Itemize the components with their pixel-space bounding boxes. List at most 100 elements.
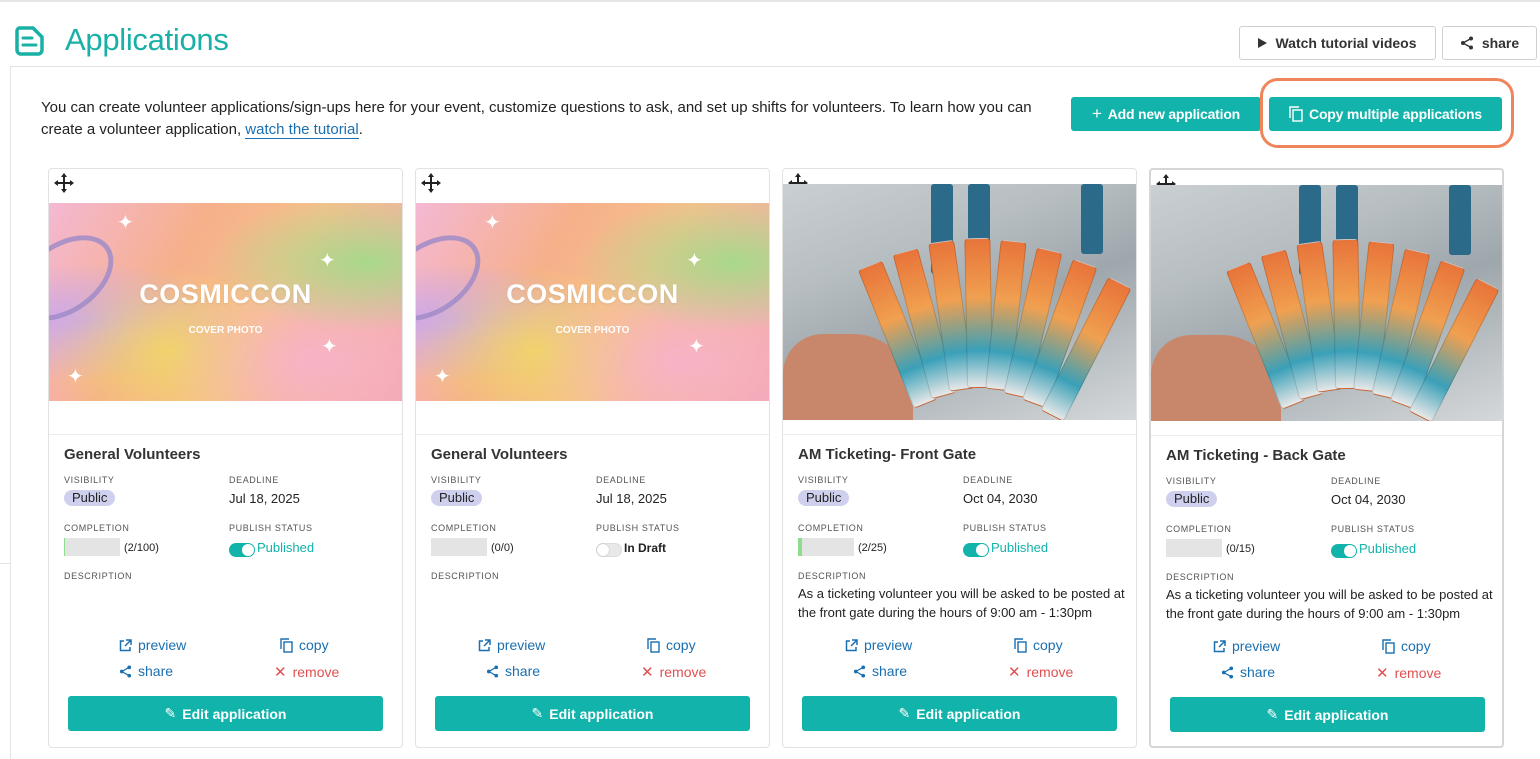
description-label: DESCRIPTION <box>64 571 133 581</box>
cover-image: ✦ ✦ ✦ ✦ COSMICCON COVER PHOTO <box>416 203 769 401</box>
visibility-label: VISIBILITY <box>798 475 849 485</box>
share-page-button[interactable]: share <box>1442 26 1537 60</box>
completion-bar <box>431 538 487 556</box>
external-link-icon <box>119 638 132 651</box>
plus-icon: + <box>1091 104 1102 123</box>
remove-link[interactable]: ✕ remove <box>641 663 706 681</box>
edit-application-label: Edit application <box>1284 706 1389 723</box>
publish-toggle[interactable] <box>229 543 255 557</box>
edit-application-button[interactable]: ✎ Edit application <box>802 696 1117 731</box>
pencil-icon: ✎ <box>898 705 911 721</box>
visibility-badge: Public <box>1166 491 1218 507</box>
share-icon <box>119 664 132 678</box>
cover-brand-text: COSMICCON <box>506 279 679 309</box>
copy-link[interactable]: copy <box>647 637 696 653</box>
publish-status-label: PUBLISH STATUS <box>596 523 680 533</box>
close-icon: ✕ <box>1008 664 1021 681</box>
deadline-value: Jul 18, 2025 <box>229 491 300 506</box>
edit-application-button[interactable]: ✎ Edit application <box>1170 697 1485 732</box>
preview-label: preview <box>138 637 187 653</box>
remove-link[interactable]: ✕ remove <box>1376 664 1441 682</box>
watch-tutorial-button[interactable]: Watch tutorial videos <box>1239 26 1436 60</box>
completion-bar <box>64 538 120 556</box>
deadline-label: DEADLINE <box>1331 476 1381 486</box>
card-title: General Volunteers <box>431 446 568 463</box>
preview-link[interactable]: preview <box>1213 638 1280 654</box>
completion-value: (0/15) <box>1226 543 1255 555</box>
edit-application-button[interactable]: ✎ Edit application <box>435 696 750 731</box>
copy-label: copy <box>1401 638 1431 654</box>
share-label: share <box>505 663 541 679</box>
remove-label: remove <box>659 664 707 680</box>
publish-status-value: In Draft <box>624 541 666 555</box>
preview-link[interactable]: preview <box>478 637 545 653</box>
sparkle-icon: ✦ <box>686 250 703 272</box>
move-icon[interactable] <box>53 172 75 194</box>
add-new-application-button[interactable]: + Add new application <box>1071 97 1261 131</box>
share-link[interactable]: share <box>486 663 540 679</box>
close-icon: ✕ <box>1376 665 1389 682</box>
copy-link[interactable]: copy <box>280 637 329 653</box>
publish-toggle[interactable] <box>963 543 989 557</box>
completion-fill <box>798 538 803 556</box>
sparkle-icon: ✦ <box>117 212 134 234</box>
remove-link[interactable]: ✕ remove <box>1008 663 1073 681</box>
share-page-label: share <box>1481 35 1520 51</box>
copy-multiple-applications-button[interactable]: Copy multiple applications <box>1269 97 1502 131</box>
publish-toggle[interactable] <box>1331 544 1357 558</box>
share-label: share <box>872 663 908 679</box>
edit-application-label: Edit application <box>182 705 287 722</box>
copy-icon <box>1014 637 1027 653</box>
copy-label: copy <box>666 637 696 653</box>
completion-label: COMPLETION <box>431 523 497 533</box>
move-icon[interactable] <box>420 172 442 194</box>
intro-body: You can create volunteer applications/si… <box>41 99 1032 138</box>
application-card: ✦ ✦ ✦ ✦ COSMICCON COVER PHOTO General Vo… <box>48 168 403 748</box>
application-card: AM Ticketing- Front Gate VISIBILITY Publ… <box>782 168 1137 748</box>
remove-link[interactable]: ✕ remove <box>274 663 339 681</box>
description-label: DESCRIPTION <box>1166 572 1235 582</box>
copy-link[interactable]: copy <box>1014 637 1063 653</box>
share-icon <box>853 664 866 678</box>
pencil-icon: ✎ <box>164 705 177 721</box>
cover-sub-text: COVER PHOTO <box>555 325 630 336</box>
share-link[interactable]: share <box>119 663 173 679</box>
share-icon <box>486 664 499 678</box>
watch-tutorial-link[interactable]: watch the tutorial <box>245 121 359 139</box>
pencil-icon: ✎ <box>1266 706 1279 722</box>
pencil-icon: ✎ <box>531 705 544 721</box>
copy-label: copy <box>299 637 329 653</box>
publish-status-label: PUBLISH STATUS <box>963 523 1047 533</box>
completion-bar <box>798 538 854 556</box>
edit-application-button[interactable]: ✎ Edit application <box>68 696 383 731</box>
sparkle-icon: ✦ <box>67 366 84 388</box>
external-link-icon <box>845 638 858 651</box>
photo-leg <box>1449 185 1471 255</box>
preview-label: preview <box>497 637 546 653</box>
copy-label: copy <box>1033 637 1063 653</box>
ring-graphic <box>49 217 130 339</box>
share-link[interactable]: share <box>853 663 907 679</box>
preview-link[interactable]: preview <box>845 637 912 653</box>
page-header: Applications Watch tutorial videos share <box>0 10 1540 66</box>
sparkle-icon: ✦ <box>688 336 705 358</box>
remove-label: remove <box>292 664 340 680</box>
remove-label: remove <box>1394 665 1442 681</box>
preview-label: preview <box>864 637 913 653</box>
publish-status-label: PUBLISH STATUS <box>229 523 313 533</box>
share-link[interactable]: share <box>1221 664 1275 680</box>
preview-label: preview <box>1232 638 1281 654</box>
share-icon <box>1460 36 1473 50</box>
completion-bar <box>1166 539 1222 557</box>
top-border <box>0 0 1540 2</box>
publish-toggle[interactable] <box>596 543 622 557</box>
close-icon: ✕ <box>274 664 287 681</box>
completion-value: (2/25) <box>858 542 887 554</box>
card-divider <box>416 434 769 435</box>
share-label: share <box>1240 664 1276 680</box>
edit-application-label: Edit application <box>549 705 654 722</box>
remove-label: remove <box>1026 664 1074 680</box>
preview-link[interactable]: preview <box>119 637 186 653</box>
copy-link[interactable]: copy <box>1382 638 1431 654</box>
applications-panel: You can create volunteer applications/si… <box>10 66 1540 759</box>
